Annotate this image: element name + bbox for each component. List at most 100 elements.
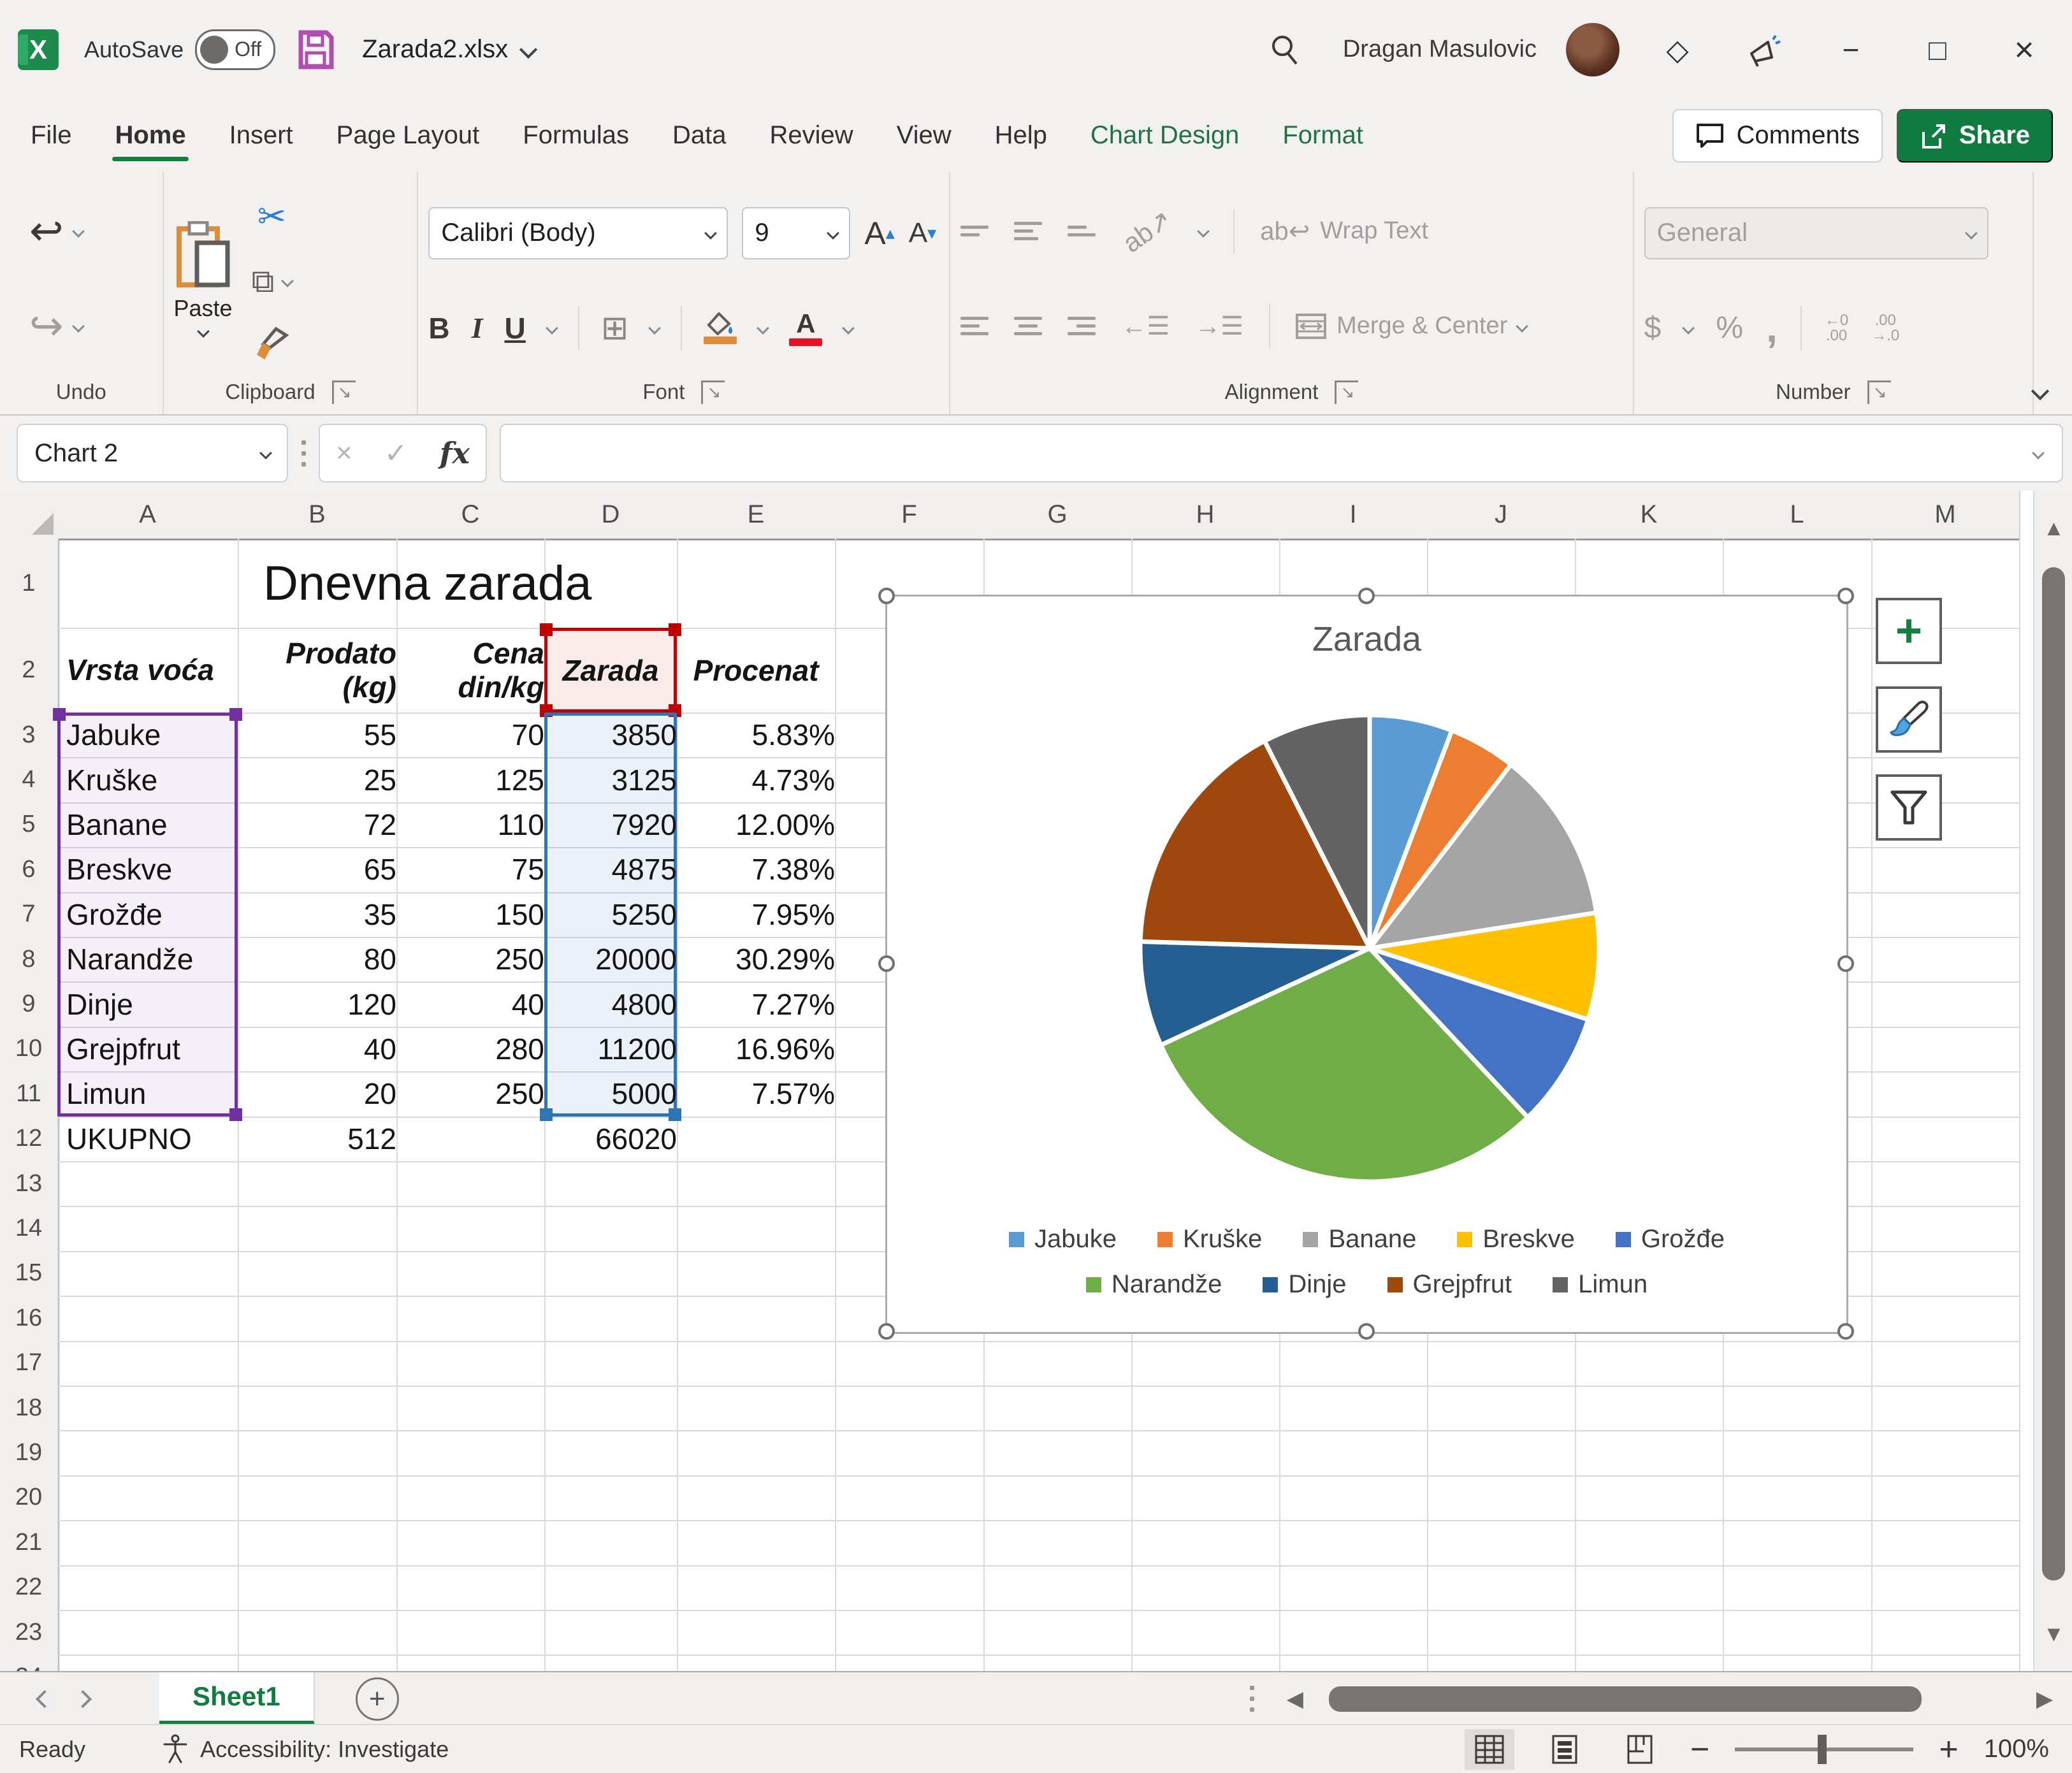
autosave-toggle[interactable]: Off bbox=[195, 29, 275, 70]
column-header-G[interactable]: G bbox=[983, 491, 1133, 540]
row-header-23[interactable]: 23 bbox=[0, 1610, 59, 1656]
hscroll-splitter[interactable] bbox=[1250, 1686, 1255, 1712]
cell-D7[interactable]: 5250 bbox=[544, 892, 686, 937]
search-icon[interactable] bbox=[1256, 21, 1314, 78]
tab-file[interactable]: File bbox=[9, 108, 93, 163]
tab-chart-design[interactable]: Chart Design bbox=[1069, 108, 1261, 163]
legend-item-Grejpfrut[interactable]: Grejpfrut bbox=[1387, 1270, 1512, 1299]
column-header-A[interactable]: A bbox=[57, 491, 239, 540]
user-avatar[interactable] bbox=[1566, 23, 1619, 76]
cell-A6[interactable]: Breskve bbox=[57, 847, 247, 892]
cell-D6[interactable]: 4875 bbox=[544, 847, 686, 892]
cell-C11[interactable]: 250 bbox=[396, 1071, 553, 1116]
formula-input[interactable] bbox=[500, 424, 2063, 482]
cell-B7[interactable]: 35 bbox=[238, 892, 405, 937]
column-header-M[interactable]: M bbox=[1871, 491, 2020, 540]
fill-color-dropdown-icon[interactable] bbox=[757, 322, 769, 335]
redo-icon[interactable]: ↪ bbox=[29, 302, 64, 350]
cell-A12[interactable]: UKUPNO bbox=[57, 1117, 247, 1161]
cell-B9[interactable]: 120 bbox=[238, 981, 405, 1026]
zoom-slider[interactable] bbox=[1735, 1748, 1913, 1751]
chart-resize-handle[interactable] bbox=[878, 1323, 895, 1340]
cell-A10[interactable]: Grejpfrut bbox=[57, 1027, 247, 1071]
decrease-decimal-button[interactable]: .00→.0 bbox=[1871, 313, 1899, 344]
horizontal-scrollbar[interactable] bbox=[1322, 1681, 2017, 1717]
cell-D11[interactable]: 5000 bbox=[544, 1071, 686, 1116]
tab-home[interactable]: Home bbox=[93, 108, 207, 163]
cell-C10[interactable]: 280 bbox=[396, 1027, 553, 1071]
row-header-3[interactable]: 3 bbox=[0, 713, 59, 758]
cell-B11[interactable]: 20 bbox=[238, 1071, 405, 1116]
font-name-select[interactable]: Calibri (Body) bbox=[428, 207, 728, 259]
row-header-5[interactable]: 5 bbox=[0, 802, 59, 848]
cell-B6[interactable]: 65 bbox=[238, 847, 405, 892]
cell-A11[interactable]: Limun bbox=[57, 1071, 247, 1116]
chart-elements-button[interactable]: + bbox=[1876, 598, 1942, 664]
number-format-select[interactable]: General bbox=[1644, 207, 1989, 259]
cell-D4[interactable]: 3125 bbox=[544, 757, 686, 802]
legend-item-Limun[interactable]: Limun bbox=[1553, 1270, 1648, 1299]
comma-style-button[interactable]: , bbox=[1766, 320, 1778, 337]
column-header-B[interactable]: B bbox=[238, 491, 398, 540]
align-center-icon[interactable] bbox=[1014, 317, 1042, 335]
row-header-24[interactable]: 24 bbox=[0, 1654, 59, 1671]
comments-button[interactable]: Comments bbox=[1672, 109, 1882, 163]
font-size-select[interactable]: 9 bbox=[742, 207, 850, 259]
cell-A9[interactable]: Dinje bbox=[57, 981, 247, 1026]
tab-view[interactable]: View bbox=[875, 108, 973, 163]
cell-B4[interactable]: 25 bbox=[238, 757, 405, 802]
expand-formula-bar-icon[interactable] bbox=[2032, 447, 2045, 460]
cell-A5[interactable]: Banane bbox=[57, 802, 247, 847]
merge-center-button[interactable]: Merge & Center bbox=[1296, 312, 1526, 340]
cell-D9[interactable]: 4800 bbox=[544, 981, 686, 1026]
maximize-button[interactable]: □ bbox=[1909, 21, 1966, 78]
column-header-C[interactable]: C bbox=[396, 491, 546, 540]
tab-review[interactable]: Review bbox=[748, 108, 874, 163]
cell-B1[interactable]: Dnevna zarada bbox=[238, 539, 837, 628]
increase-font-size-button[interactable]: A▴ bbox=[864, 215, 894, 252]
tab-formulas[interactable]: Formulas bbox=[501, 108, 651, 163]
new-sheet-button[interactable]: + bbox=[356, 1677, 399, 1721]
cell-B12[interactable]: 512 bbox=[238, 1117, 405, 1161]
scroll-left-icon[interactable]: ◀ bbox=[1287, 1686, 1303, 1712]
cell-B5[interactable]: 72 bbox=[238, 802, 405, 847]
undo-dropdown-icon[interactable] bbox=[72, 225, 85, 238]
column-header-J[interactable]: J bbox=[1427, 491, 1576, 540]
chart-resize-handle[interactable] bbox=[1837, 955, 1854, 972]
paste-button[interactable]: Paste bbox=[174, 184, 233, 373]
legend-item-Narandže[interactable]: Narandže bbox=[1086, 1270, 1222, 1299]
cut-icon[interactable]: ✂ bbox=[252, 196, 293, 236]
row-header-10[interactable]: 10 bbox=[0, 1027, 59, 1073]
row-header-19[interactable]: 19 bbox=[0, 1430, 59, 1476]
font-color-button[interactable]: A bbox=[789, 310, 822, 346]
cell-D8[interactable]: 20000 bbox=[544, 937, 686, 981]
row-header-2[interactable]: 2 bbox=[0, 628, 59, 714]
tab-data[interactable]: Data bbox=[651, 108, 748, 163]
enter-icon[interactable]: ✓ bbox=[384, 437, 408, 470]
align-left-icon[interactable] bbox=[960, 317, 989, 335]
decrease-indent-icon[interactable]: ←☰ bbox=[1121, 312, 1170, 341]
scroll-down-icon[interactable]: ▼ bbox=[2043, 1622, 2065, 1647]
user-name[interactable]: Dragan Masulovic bbox=[1343, 36, 1537, 63]
orientation-icon[interactable]: ab↗ bbox=[1117, 203, 1178, 259]
underline-button[interactable]: U bbox=[505, 311, 526, 345]
page-layout-view-button[interactable] bbox=[1540, 1729, 1590, 1770]
pie-plot-area[interactable]: Jabuke 5.83%Kruške 4.73%Banane 12.00%Bre… bbox=[887, 597, 1846, 1332]
row-header-11[interactable]: 11 bbox=[0, 1071, 59, 1117]
alignment-dialog-launcher[interactable]: ↘ bbox=[1335, 380, 1358, 404]
undo-icon[interactable]: ↩ bbox=[29, 207, 64, 255]
cell-A4[interactable]: Kruške bbox=[57, 757, 247, 802]
legend-item-Grožđe[interactable]: Grožđe bbox=[1616, 1225, 1725, 1254]
formula-bar-splitter[interactable] bbox=[301, 440, 306, 467]
chart-resize-handle[interactable] bbox=[1358, 1323, 1375, 1340]
chart-resize-handle[interactable] bbox=[878, 588, 895, 604]
clipboard-dialog-launcher[interactable]: ↘ bbox=[332, 380, 356, 404]
borders-button[interactable]: ⊞ bbox=[601, 309, 629, 347]
pie-chart[interactable]: Zarada Jabuke 5.83%Kruške 4.73%Banane 12… bbox=[885, 595, 1848, 1334]
chart-styles-button[interactable] bbox=[1876, 686, 1942, 753]
cell-E9[interactable]: 7.27% bbox=[677, 981, 844, 1026]
cell-D2[interactable]: Zarada bbox=[544, 628, 677, 713]
row-header-1[interactable]: 1 bbox=[0, 539, 59, 629]
column-header-H[interactable]: H bbox=[1131, 491, 1280, 540]
cell-A8[interactable]: Narandže bbox=[57, 937, 247, 981]
